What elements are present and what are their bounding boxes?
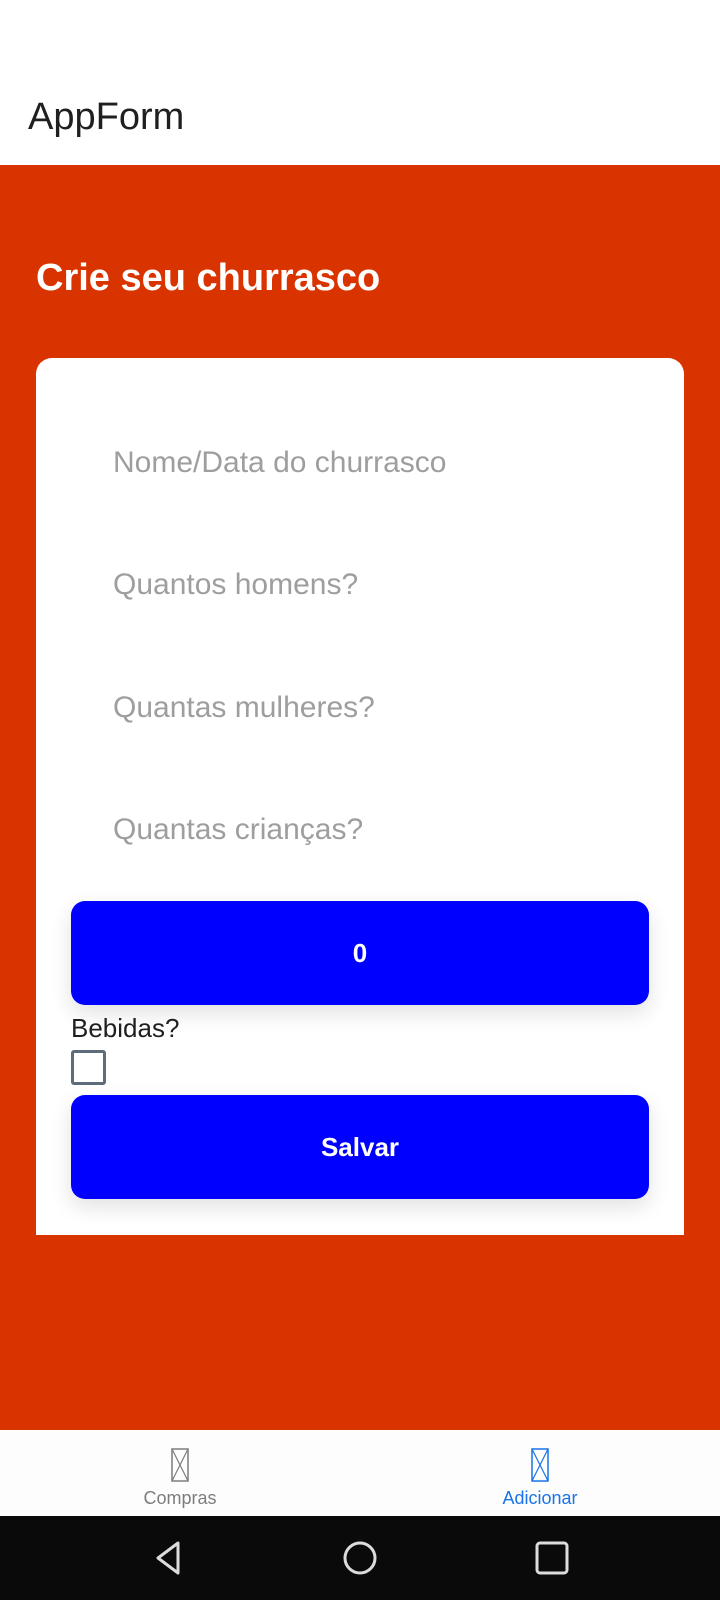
placeholder-glyph-icon — [531, 1448, 549, 1482]
tab-compras-label: Compras — [143, 1488, 217, 1508]
main-content: Crie seu churrasco 0 Bebidas? Salvar — [0, 165, 720, 1430]
form-card: 0 Bebidas? Salvar — [36, 358, 684, 1235]
back-icon[interactable] — [148, 1538, 188, 1578]
status-bar — [0, 0, 720, 70]
drinks-checkbox[interactable] — [71, 1050, 106, 1085]
tab-compras[interactable]: Compras — [0, 1430, 360, 1516]
counter-button[interactable]: 0 — [71, 901, 649, 1005]
home-icon[interactable] — [340, 1538, 380, 1578]
tab-adicionar-label: Adicionar — [502, 1488, 578, 1508]
children-count-input[interactable] — [76, 795, 636, 865]
recents-icon[interactable] — [532, 1538, 572, 1578]
placeholder-glyph-icon — [171, 1448, 189, 1482]
save-button[interactable]: Salvar — [71, 1095, 649, 1199]
tab-adicionar[interactable]: Adicionar — [360, 1430, 720, 1516]
bottom-navigation: Compras Adicionar — [0, 1430, 720, 1516]
barbecue-name-input[interactable] — [76, 428, 636, 498]
drinks-label: Bebidas? — [71, 1013, 180, 1043]
app-title: AppForm — [28, 96, 185, 138]
page-title: Crie seu churrasco — [36, 257, 381, 299]
women-count-input[interactable] — [76, 673, 636, 743]
system-navigation-bar — [0, 1516, 720, 1600]
app-header: AppForm — [0, 70, 720, 165]
men-count-input[interactable] — [76, 550, 636, 620]
